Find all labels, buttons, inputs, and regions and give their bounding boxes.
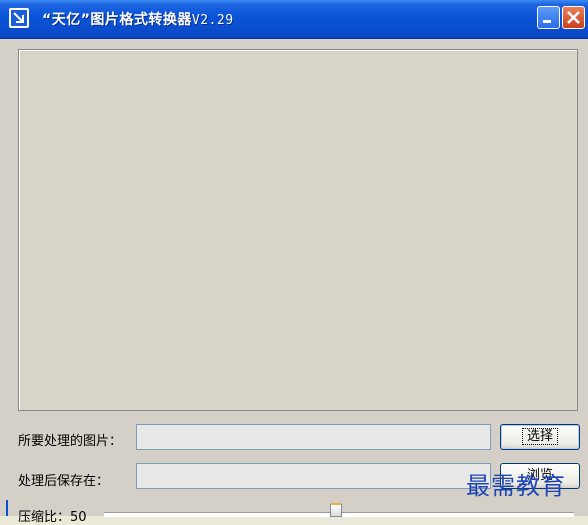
select-image-button-label: 选择 [521,428,558,445]
dest-path-input[interactable] [136,463,491,489]
window-title-text: “天亿”图片格式转换器 [42,12,192,28]
source-path-input[interactable] [136,424,491,450]
compression-label-text: 压缩比： [18,510,71,525]
app-arrow-icon[interactable] [9,8,29,28]
window-frame-left [6,500,8,516]
close-icon [567,11,580,24]
app-window: “天亿”图片格式转换器V2.29 所要处理的图片： 选择 处理后保存在： 浏览 … [0,0,588,525]
close-button[interactable] [562,6,585,29]
compression-value: 50 [70,510,87,525]
select-image-button[interactable]: 选择 [500,424,580,450]
window-title: “天亿”图片格式转换器V2.29 [42,9,234,29]
image-preview-panel [18,49,578,411]
compression-slider-thumb[interactable] [330,503,342,517]
source-label: 所要处理的图片： [18,434,123,449]
dest-label: 处理后保存在： [18,474,110,489]
watermark-text: 最需教育 [466,472,566,500]
minimize-icon [543,20,551,23]
minimize-button[interactable] [537,6,560,29]
title-bar[interactable]: “天亿”图片格式转换器V2.29 [0,0,588,39]
window-version: V2.29 [191,13,234,28]
